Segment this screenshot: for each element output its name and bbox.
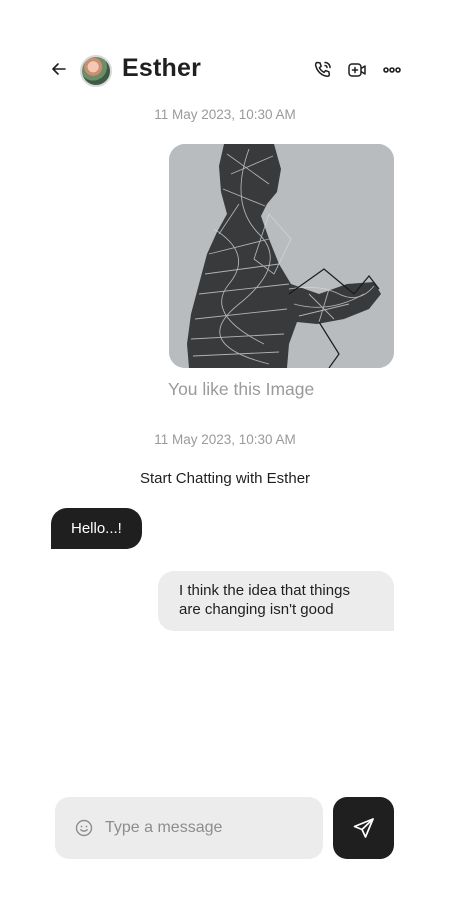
chat-screen: Esther 11 May 2023, 10:30 AM You like th…	[0, 0, 450, 900]
more-options-button[interactable]	[380, 58, 404, 82]
avatar[interactable]	[80, 55, 112, 87]
image-message[interactable]	[169, 144, 394, 368]
start-chatting-label: Start Chatting with Esther	[139, 470, 311, 487]
chat-header: Esther	[0, 50, 450, 90]
send-button[interactable]	[333, 797, 394, 859]
more-dots-icon	[383, 67, 401, 73]
video-call-button[interactable]	[345, 58, 369, 82]
message-composer	[55, 797, 323, 859]
contact-name[interactable]: Esther	[122, 54, 201, 83]
image-caption: You like this Image	[168, 379, 315, 399]
message-timestamp: 11 May 2023, 10:30 AM	[154, 432, 296, 447]
wire-sculpture-image	[169, 144, 394, 368]
message-text: Hello...!	[71, 520, 122, 537]
call-button[interactable]	[311, 58, 335, 82]
received-message-bubble[interactable]: Hello...!	[51, 508, 142, 549]
phone-call-icon	[314, 61, 331, 77]
emoji-smile-icon	[75, 819, 93, 837]
message-text-line: I think the idea that things	[179, 582, 350, 599]
sent-message-bubble[interactable]: I think the idea that things are changin…	[158, 571, 394, 631]
message-input[interactable]	[105, 813, 305, 843]
arrow-left-icon	[52, 63, 66, 75]
back-button[interactable]	[48, 58, 70, 80]
message-timestamp: 11 May 2023, 10:30 AM	[154, 107, 296, 122]
send-icon	[353, 818, 374, 838]
emoji-button[interactable]	[73, 817, 95, 839]
video-call-icon	[348, 63, 366, 77]
message-text-line: are changing isn't good	[179, 601, 334, 618]
